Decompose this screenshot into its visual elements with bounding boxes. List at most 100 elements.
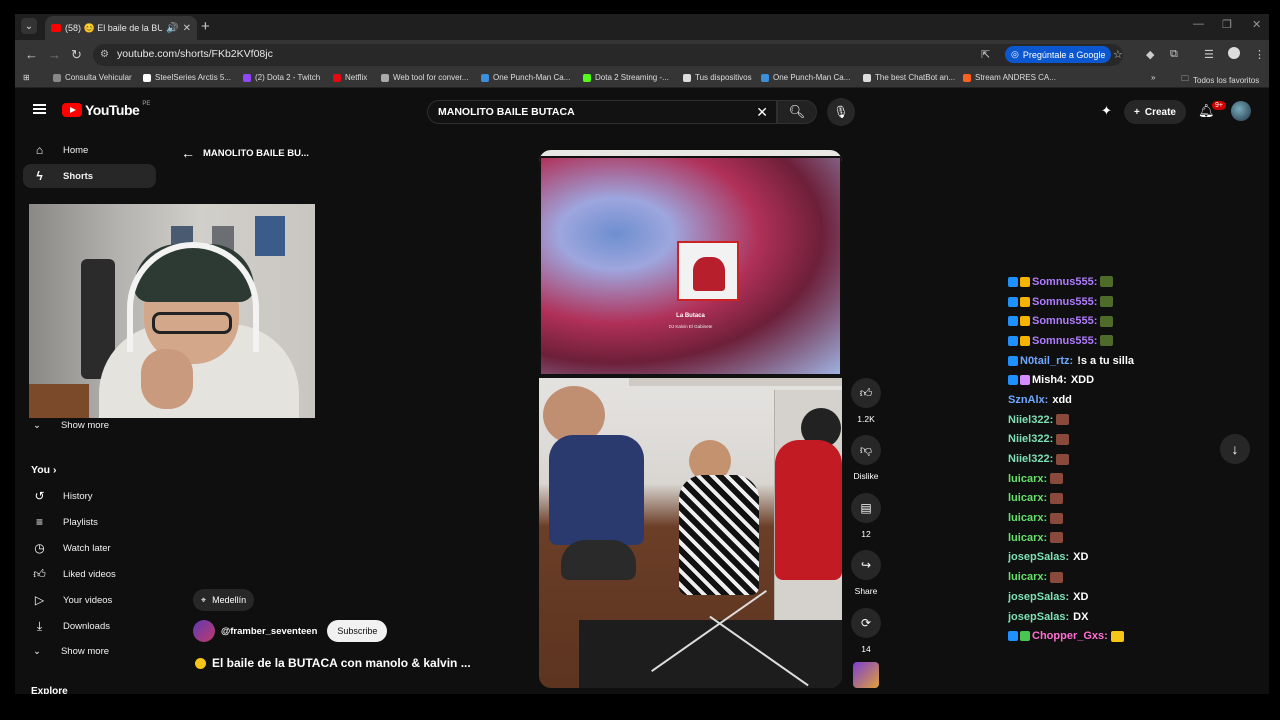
reading-list-icon[interactable]: ☰ (1204, 48, 1214, 61)
channel-handle[interactable]: @framber_seventeen (221, 626, 317, 637)
bookmark-item[interactable]: Tus dispositivos (683, 73, 752, 82)
tab-search-icon[interactable]: ⌄ (21, 18, 37, 34)
sidebar-item-history[interactable]: ↺ History (23, 484, 156, 508)
plus-icon: + (1134, 106, 1140, 118)
ask-google-button[interactable]: ◎ Pregúntale a Google (1005, 46, 1112, 63)
comments-action[interactable]: ▤ 12 (849, 493, 883, 539)
thumbs-down-icon[interactable]: 👎︎ (851, 435, 881, 465)
bookmark-item[interactable]: Dota 2 Streaming -... (583, 73, 669, 82)
shorts-video-player[interactable]: La Butaca DJ Kalvin El Gabinete (539, 150, 842, 688)
search-icon: 🔍︎ (788, 104, 806, 119)
bookmark-item[interactable]: Consulta Vehicular (53, 73, 132, 82)
bookmark-item[interactable]: Web tool for conver... (381, 73, 468, 82)
share-action[interactable]: ↪ Share (849, 550, 883, 596)
sidebar-item-your-videos[interactable]: ▷ Your videos (23, 588, 156, 612)
youtube-logo[interactable]: YouTube PE (62, 101, 151, 118)
bookmark-item[interactable]: (2) Dota 2 - Twitch (243, 73, 320, 82)
hamburger-menu-icon[interactable] (33, 104, 46, 114)
bookmark-star-icon[interactable]: ☆ (1113, 48, 1123, 61)
playlists-label: Playlists (63, 516, 98, 528)
cast-icon[interactable]: ⇱ (981, 48, 990, 61)
channel-row: @framber_seventeen Subscribe (193, 620, 388, 642)
bookmark-item[interactable]: The best ChatBot an... (863, 73, 955, 82)
bookmark-item[interactable]: One Punch-Man Ca... (761, 73, 850, 82)
liked-videos-label: Liked videos (63, 568, 116, 580)
share-arrow-icon[interactable]: ↪ (851, 550, 881, 580)
site-info-icon[interactable]: ⚙ (100, 49, 109, 60)
restore-icon[interactable]: ❐ (1222, 18, 1232, 31)
new-tab-icon[interactable]: + (201, 18, 210, 35)
close-window-icon[interactable]: ✕ (1252, 18, 1261, 31)
address-bar[interactable]: ⚙ youtube.com/shorts/FKb2KVf08jc (93, 44, 1123, 66)
thumbs-up-icon[interactable]: 👍︎ (851, 378, 881, 408)
extension-icon[interactable]: ◆ (1146, 48, 1154, 61)
subscribe-button[interactable]: Subscribe (327, 620, 388, 642)
sidebar-item-home[interactable]: ⌂ Home (23, 138, 156, 162)
share-label: Share (854, 586, 878, 596)
profile-icon[interactable] (1228, 47, 1240, 59)
search-button[interactable]: 🔍︎ (777, 100, 817, 124)
menu-kebab-icon[interactable]: ⋮ (1254, 48, 1265, 61)
sidebar-you-header[interactable]: You › (31, 464, 56, 476)
sidebar-item-playlists[interactable]: ≡ Playlists (23, 510, 156, 534)
sound-channel-thumbnail[interactable] (853, 662, 879, 688)
chat-username: josepSalas: (1008, 610, 1070, 623)
bookmark-item[interactable]: One Punch-Man Ca... (481, 73, 570, 82)
create-label: Create (1144, 106, 1176, 118)
chat-message: josepSalas: DX (1008, 607, 1208, 627)
more-bookmarks-icon[interactable]: » (1151, 73, 1155, 82)
audio-playing-icon[interactable]: 🔊 (166, 23, 178, 34)
dancer-3-shirt (775, 440, 842, 580)
location-chip[interactable]: ⌖ Medellín (193, 589, 255, 611)
ai-sparkle-icon[interactable]: ✦ (1101, 103, 1112, 119)
chat-username: luicarx: (1008, 472, 1048, 485)
close-tab-icon[interactable]: ✕ (183, 23, 191, 34)
location-label: Medellín (212, 595, 247, 605)
sidebar-item-shorts[interactable]: ϟ Shorts (23, 164, 156, 188)
clear-search-icon[interactable]: ✕ (756, 104, 768, 121)
sidebar-item-downloads[interactable]: ⤓ Downloads (23, 614, 156, 638)
search-input[interactable]: MANOLITO BAILE BUTACA ✕ (427, 100, 777, 124)
arrow-left-icon[interactable]: ← (181, 145, 195, 161)
minimize-icon[interactable]: — (1193, 18, 1204, 30)
clock-icon: ◷ (34, 541, 45, 555)
active-tab[interactable]: (58) 😊 El baile de la BUTACA 🔊 ✕ (45, 16, 197, 40)
show-more-button-2[interactable]: ⌄ Show more (33, 646, 109, 657)
sidebar-item-watch-later[interactable]: ◷ Watch later (23, 536, 156, 560)
extensions-puzzle-icon[interactable]: ⧉ (1170, 48, 1178, 61)
chat-text: DX (1073, 610, 1089, 623)
glasses (152, 312, 232, 334)
show-more-button[interactable]: ⌄ Show more (33, 420, 109, 431)
sidebar-item-liked-videos[interactable]: 👍︎ Liked videos (23, 562, 156, 586)
remix-icon[interactable]: ⟳ (851, 608, 881, 638)
like-action[interactable]: 👍︎ 1.2K (849, 378, 883, 424)
dislike-action[interactable]: 👎︎ Dislike (849, 435, 883, 481)
short-title[interactable]: El baile de la BUTACA con manolo & kalvi… (195, 656, 471, 670)
next-short-button[interactable]: ↓ (1220, 434, 1250, 464)
chat-message: Niiel322: (1008, 430, 1208, 450)
shorts-back-header[interactable]: ← MANOLITO BAILE BU... (181, 145, 309, 161)
back-icon[interactable]: ← (25, 47, 38, 62)
account-avatar[interactable] (1231, 101, 1251, 121)
bookmark-favicon-icon (761, 73, 769, 82)
url-text[interactable]: youtube.com/shorts/FKb2KVf08jc (117, 48, 273, 60)
channel-avatar[interactable] (193, 620, 215, 642)
country-code: PE (142, 101, 151, 107)
bookmark-item[interactable]: Netflix (333, 73, 367, 82)
bookmark-favicon-icon (863, 73, 871, 82)
bookmark-item[interactable]: Stream ANDRES CA... (963, 73, 1056, 82)
reload-icon[interactable]: ↻ (71, 47, 82, 63)
voice-search-button[interactable]: 🎙︎ (827, 98, 855, 126)
chat-badge-icon (1020, 375, 1030, 386)
comment-icon[interactable]: ▤ (851, 493, 881, 523)
apps-grid-icon[interactable]: ⊞ (23, 73, 30, 82)
remix-action[interactable]: ⟳ 14 (849, 608, 883, 654)
search-query[interactable]: MANOLITO BAILE BUTACA (438, 106, 575, 118)
bookmark-favicon-icon (583, 73, 591, 82)
create-button[interactable]: + Create (1124, 100, 1186, 124)
show-more-label: Show more (60, 420, 110, 431)
chat-badge-icon (1020, 276, 1030, 287)
forward-icon[interactable]: → (48, 47, 61, 62)
all-bookmarks-folder[interactable]: 🗀 Todos los favoritos (1181, 73, 1259, 87)
bookmark-item[interactable]: SteelSeries Arctis 5... (143, 73, 231, 82)
